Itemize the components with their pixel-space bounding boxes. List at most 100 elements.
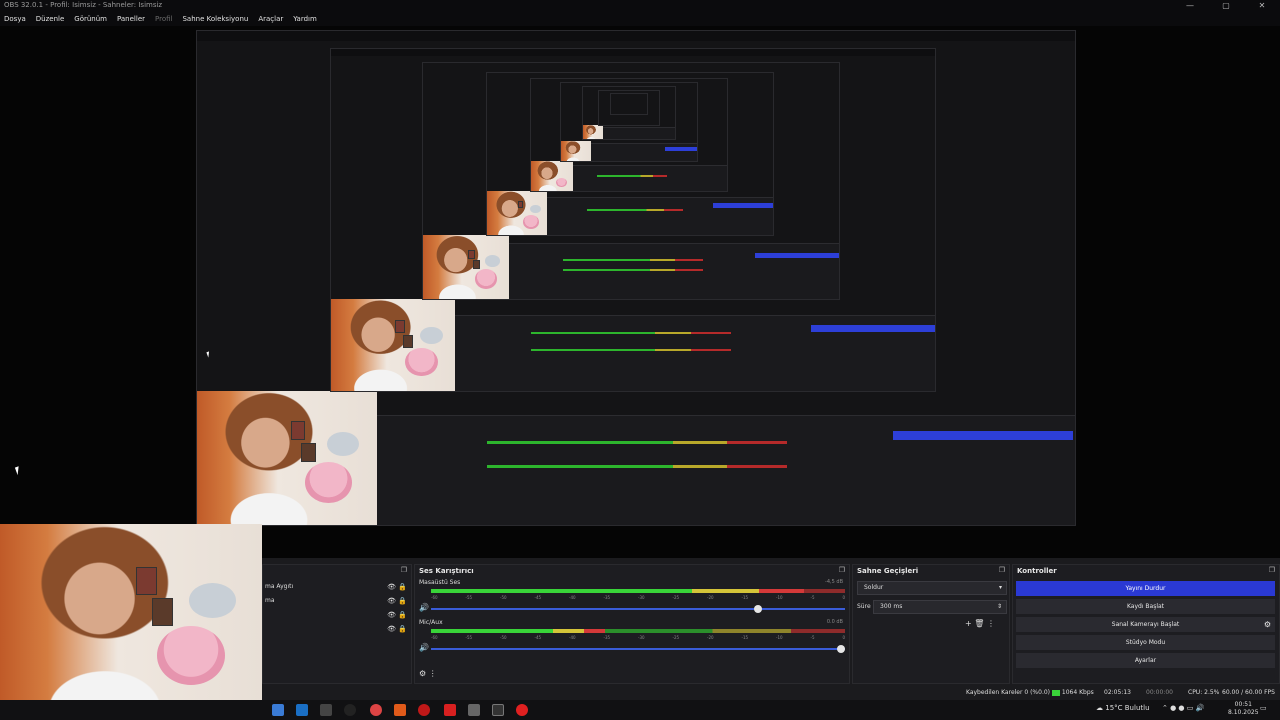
outlook-icon[interactable] — [296, 704, 308, 716]
clock-date: 8.10.2025 — [1228, 709, 1259, 716]
tick-label: -30 — [638, 635, 645, 640]
brave-icon[interactable] — [394, 704, 406, 716]
menu-file[interactable]: Dosya — [4, 15, 26, 23]
tick-label: -55 — [465, 635, 473, 640]
channel-name: Masaüstü Ses — [419, 579, 461, 586]
tick-label: -60 — [431, 635, 438, 640]
panel-float-icon[interactable]: ❐ — [839, 566, 845, 574]
duration-label: Süre — [857, 603, 871, 610]
tick-label: -50 — [500, 635, 507, 640]
chevron-down-icon: ▾ — [998, 584, 1002, 591]
nested-menu-bar — [331, 49, 935, 56]
source-item[interactable]: ma 👁 🔒 — [265, 594, 411, 608]
menu-profile[interactable]: Profil — [155, 15, 172, 23]
clock[interactable]: 00:51 8.10.2025 — [1228, 701, 1259, 717]
visibility-lock-icons[interactable]: 👁 🔒 — [387, 622, 407, 636]
menu-docks[interactable]: Paneller — [117, 15, 145, 23]
task-view-icon[interactable] — [320, 704, 332, 716]
app-icon[interactable] — [468, 704, 480, 716]
nested-stop-button — [665, 147, 697, 151]
minimize-button[interactable]: — — [1172, 0, 1208, 12]
menu-scene-collection[interactable]: Sahne Koleksiyonu — [182, 15, 248, 23]
mixer-settings-icon[interactable]: ⚙ ⋮ — [419, 669, 437, 678]
weather-text: 15°C Bulutlu — [1105, 704, 1150, 712]
source-name: ma — [265, 597, 275, 604]
tick-label: -30 — [638, 595, 645, 600]
transition-buttons[interactable]: + 🗑 ⋮ — [965, 619, 995, 628]
menu-edit[interactable]: Düzenle — [36, 15, 65, 23]
webcam-capture — [423, 235, 509, 299]
tick-label: -10 — [776, 635, 783, 640]
notification-icon[interactable]: ▭ — [1260, 704, 1267, 712]
panel-float-icon[interactable]: ❐ — [999, 566, 1005, 574]
visibility-lock-icons[interactable]: 👁 🔒 — [387, 580, 407, 594]
nested-meter — [531, 332, 731, 334]
studio-mode-button[interactable]: Stüdyo Modu — [1016, 635, 1275, 650]
obs-active-icon[interactable] — [492, 704, 504, 716]
weather-widget[interactable]: ☁ 15°C Bulutlu — [1096, 704, 1150, 712]
controls-title: Kontroller — [1017, 567, 1057, 575]
gear-icon[interactable]: ⚙ — [1264, 617, 1271, 632]
stepper-icon[interactable]: ⇕ — [997, 601, 1002, 613]
nested-meter — [487, 441, 787, 444]
transitions-title: Sahne Geçişleri — [857, 567, 919, 575]
obs-icon[interactable] — [344, 704, 356, 716]
nested-stop-button — [893, 431, 1073, 440]
webcam-capture — [197, 391, 377, 525]
nested-meter — [597, 175, 667, 177]
channel-db: 0.0 dB — [826, 619, 843, 625]
channel-db: -4,5 dB — [825, 579, 843, 585]
webcam-capture — [331, 299, 455, 391]
bitrate-indicator: 1064 Kbps — [1052, 689, 1094, 696]
panel-float-icon[interactable]: ❐ — [401, 566, 407, 574]
source-item[interactable]: ma Aygıtı 👁 🔒 — [265, 580, 411, 594]
close-button[interactable]: ✕ — [1244, 0, 1280, 12]
nested-stop-button — [713, 203, 773, 208]
volume-slider[interactable] — [431, 605, 845, 613]
tick-label: -15 — [741, 595, 749, 600]
speaker-icon[interactable]: 🔊 — [419, 643, 429, 652]
visibility-lock-icons[interactable]: 👁 🔒 — [387, 594, 407, 608]
tick-label: -35 — [603, 635, 611, 640]
maximize-button[interactable]: ▢ — [1208, 0, 1244, 12]
visibility-lock-icons[interactable]: 👁 🔒 — [387, 608, 407, 622]
virtual-camera-label: Sanal Kamerayı Başlat — [1111, 621, 1180, 628]
settings-button[interactable]: Ayarlar — [1016, 653, 1275, 668]
tick-label: -55 — [465, 595, 473, 600]
window-controls: — ▢ ✕ — [1172, 0, 1280, 12]
level-meter — [431, 629, 845, 633]
record-app-icon[interactable] — [516, 704, 528, 716]
system-tray-icons[interactable]: ⌃ ● ● ▭ 🔊 — [1162, 704, 1204, 712]
window-title: OBS 32.0.1 - Profil: Isimsiz - Sahneler:… — [4, 1, 163, 9]
file-explorer-icon[interactable] — [272, 704, 284, 716]
webcam-overlay — [0, 524, 262, 720]
speaker-icon[interactable]: 🔊 — [419, 603, 429, 612]
source-item[interactable]: 👁 🔒 — [265, 622, 411, 636]
source-item[interactable]: 👁 🔒 — [265, 608, 411, 622]
webcam-capture — [487, 191, 547, 235]
menu-view[interactable]: Görünüm — [74, 15, 107, 23]
tick-label: -35 — [603, 595, 611, 600]
stop-streaming-button[interactable]: Yayını Durdur — [1016, 581, 1275, 596]
menu-help[interactable]: Yardım — [293, 15, 317, 23]
menu-tools[interactable]: Araçlar — [258, 15, 283, 23]
webcam-capture — [583, 125, 603, 139]
nested-stop-button — [811, 325, 935, 332]
chrome-icon[interactable] — [370, 704, 382, 716]
panel-float-icon[interactable]: ❐ — [1269, 566, 1275, 574]
duration-field[interactable]: 300 ms ⇕ — [873, 600, 1007, 614]
duration-value: 300 ms — [880, 603, 903, 610]
menu-bar: Dosya Düzenle Görünüm Paneller Profil Sa… — [0, 12, 1280, 26]
nested-stop-button — [755, 253, 839, 258]
vivaldi-icon[interactable] — [444, 704, 456, 716]
transition-select[interactable]: Soldur ▾ — [857, 581, 1007, 595]
tick-label: -10 — [776, 595, 783, 600]
nested-menu-bar — [197, 31, 1075, 41]
start-virtual-camera-button[interactable]: Sanal Kamerayı Başlat ⚙ — [1016, 617, 1275, 632]
preview-capture-level-9 — [610, 93, 648, 115]
fps-readout: 60.00 / 60.00 FPS — [1222, 689, 1275, 696]
volume-slider[interactable] — [431, 645, 845, 653]
opera-icon[interactable] — [418, 704, 430, 716]
stream-time: 02:05:13 — [1104, 689, 1131, 696]
start-recording-button[interactable]: Kaydı Başlat — [1016, 599, 1275, 614]
